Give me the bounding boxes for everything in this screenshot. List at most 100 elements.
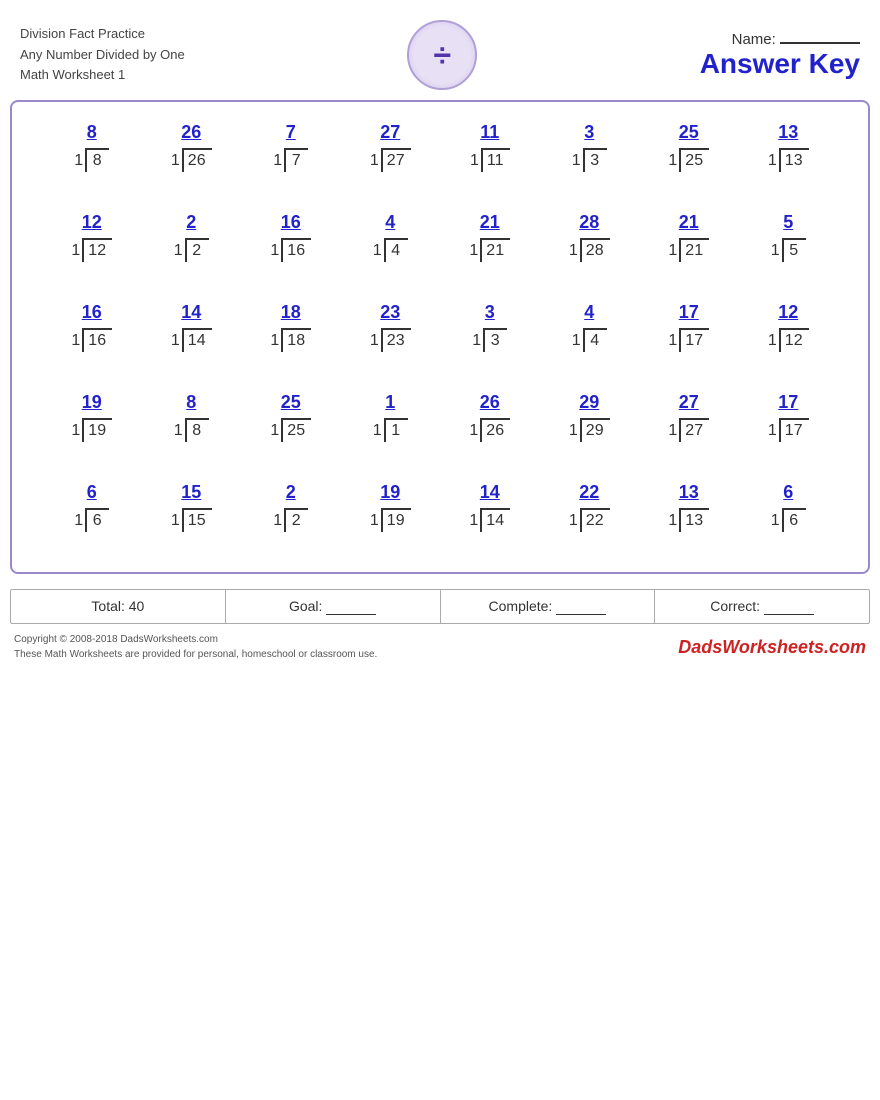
- division-box-0-0: 18: [74, 148, 109, 172]
- answer-4-6: 13: [679, 482, 699, 504]
- division-symbol: ÷: [433, 37, 451, 74]
- division-box-0-5: 13: [572, 148, 607, 172]
- division-box-4-0: 16: [74, 508, 109, 532]
- division-box-1-3: 14: [373, 238, 408, 262]
- problem-3-4: 26126: [445, 392, 535, 442]
- complete-stat: Complete:: [441, 590, 656, 623]
- problem-row-0: 8182612671727127111113132512513113: [42, 122, 838, 172]
- answer-4-4: 14: [480, 482, 500, 504]
- divisor-1-3: 1: [373, 242, 382, 262]
- divisor-2-4: 1: [472, 332, 481, 352]
- problem-2-0: 16116: [47, 302, 137, 352]
- copyright-text: Copyright © 2008-2018 DadsWorksheets.com…: [14, 632, 377, 662]
- correct-stat: Correct:: [655, 590, 869, 623]
- division-box-2-4: 13: [472, 328, 507, 352]
- answer-1-4: 21: [480, 212, 500, 234]
- dividend-4-2: 2: [284, 508, 308, 532]
- dividend-0-3: 27: [381, 148, 411, 172]
- dividend-2-1: 14: [182, 328, 212, 352]
- answer-3-1: 8: [186, 392, 196, 414]
- total-value: 40: [129, 598, 145, 614]
- divisor-3-0: 1: [71, 422, 80, 442]
- divisor-2-3: 1: [370, 332, 379, 352]
- dividend-3-4: 26: [480, 418, 510, 442]
- problem-2-5: 414: [544, 302, 634, 352]
- problem-0-5: 313: [544, 122, 634, 172]
- dividend-2-5: 4: [583, 328, 607, 352]
- divisor-0-4: 1: [470, 152, 479, 172]
- answer-0-6: 25: [679, 122, 699, 144]
- divisor-0-1: 1: [171, 152, 180, 172]
- answer-1-2: 16: [281, 212, 301, 234]
- problem-0-4: 11111: [445, 122, 535, 172]
- dads-logo-text: DadsWorksheets.com: [678, 637, 866, 657]
- problem-0-7: 13113: [743, 122, 833, 172]
- problem-1-4: 21121: [445, 212, 535, 262]
- dividend-3-3: 1: [384, 418, 408, 442]
- name-label: Name:: [700, 31, 860, 48]
- divisor-1-1: 1: [174, 242, 183, 262]
- dividend-2-4: 3: [483, 328, 507, 352]
- header-center: ÷: [407, 20, 477, 90]
- complete-line[interactable]: [556, 598, 606, 615]
- divisor-4-4: 1: [469, 512, 478, 532]
- problem-2-7: 12112: [743, 302, 833, 352]
- problem-2-6: 17117: [644, 302, 734, 352]
- dividend-3-1: 8: [185, 418, 209, 442]
- problem-3-2: 25125: [246, 392, 336, 442]
- header: Division Fact Practice Any Number Divide…: [10, 20, 870, 90]
- dividend-0-0: 8: [85, 148, 109, 172]
- problem-1-0: 12112: [47, 212, 137, 262]
- problem-4-0: 616: [47, 482, 137, 532]
- dividend-1-6: 21: [679, 238, 709, 262]
- problem-1-7: 515: [743, 212, 833, 262]
- dividend-0-5: 3: [583, 148, 607, 172]
- divisor-3-3: 1: [373, 422, 382, 442]
- divisor-1-6: 1: [668, 242, 677, 262]
- copyright-line1: Copyright © 2008-2018 DadsWorksheets.com: [14, 632, 377, 647]
- answer-1-3: 4: [385, 212, 395, 234]
- dividend-1-4: 21: [480, 238, 510, 262]
- division-box-3-2: 125: [270, 418, 311, 442]
- divisor-0-2: 1: [273, 152, 282, 172]
- answer-4-3: 19: [380, 482, 400, 504]
- divisor-3-5: 1: [569, 422, 578, 442]
- divisor-2-1: 1: [171, 332, 180, 352]
- divisor-3-2: 1: [270, 422, 279, 442]
- division-box-0-2: 17: [273, 148, 308, 172]
- dividend-3-2: 25: [281, 418, 311, 442]
- name-underline[interactable]: [780, 42, 860, 44]
- goal-line[interactable]: [326, 598, 376, 615]
- division-box-0-1: 126: [171, 148, 212, 172]
- answer-3-7: 17: [778, 392, 798, 414]
- dividend-3-5: 29: [580, 418, 610, 442]
- answer-1-1: 2: [186, 212, 196, 234]
- division-box-2-7: 112: [768, 328, 809, 352]
- dividend-4-0: 6: [85, 508, 109, 532]
- answer-key-label: Answer Key: [700, 48, 860, 80]
- total-stat: Total: 40: [11, 590, 226, 623]
- answer-4-0: 6: [87, 482, 97, 504]
- title-line2: Any Number Divided by One: [20, 45, 185, 66]
- correct-line[interactable]: [764, 598, 814, 615]
- header-right: Name: Answer Key: [700, 31, 860, 80]
- answer-0-7: 13: [778, 122, 798, 144]
- divisor-4-2: 1: [273, 512, 282, 532]
- problem-3-1: 818: [146, 392, 236, 442]
- answer-0-5: 3: [584, 122, 594, 144]
- division-box-2-0: 116: [71, 328, 112, 352]
- division-box-3-5: 129: [569, 418, 610, 442]
- answer-2-5: 4: [584, 302, 594, 324]
- division-box-1-7: 15: [771, 238, 806, 262]
- division-box-3-0: 119: [71, 418, 112, 442]
- problem-2-2: 18118: [246, 302, 336, 352]
- problem-row-1: 1211221216116414211212812821121515: [42, 212, 838, 262]
- problem-2-4: 313: [445, 302, 535, 352]
- title-line3: Math Worksheet 1: [20, 65, 185, 86]
- dividend-3-0: 19: [82, 418, 112, 442]
- division-box-3-3: 11: [373, 418, 408, 442]
- total-label: Total:: [91, 598, 124, 614]
- answer-2-3: 23: [380, 302, 400, 324]
- answer-3-4: 26: [480, 392, 500, 414]
- dividend-1-2: 16: [281, 238, 311, 262]
